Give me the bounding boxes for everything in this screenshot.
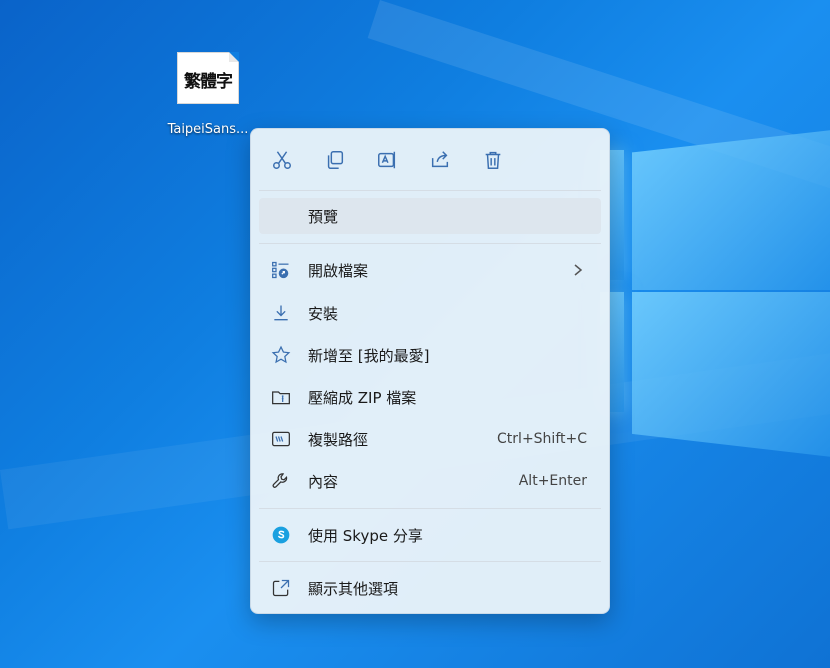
menu-item-label: 新增至 [我的最愛] — [308, 346, 430, 365]
menu-item-more-options[interactable]: 顯示其他選項 — [259, 570, 601, 606]
share-icon — [431, 151, 449, 168]
menu-item-open-with[interactable]: 開啟檔案 — [259, 252, 601, 288]
desktop-file-icon[interactable]: 繁體字 TaipeiSans... — [160, 52, 256, 137]
menu-item-label: 使用 Skype 分享 — [308, 526, 423, 545]
menu-item-add-favorites[interactable]: 新增至 [我的最愛] — [259, 337, 601, 373]
more-options-icon — [272, 579, 290, 597]
logo-pane — [632, 130, 830, 290]
menu-item-preview[interactable]: 預覽 — [259, 198, 601, 234]
star-icon — [271, 345, 291, 364]
rename-button[interactable] — [370, 143, 404, 177]
chevron-right-icon — [574, 264, 583, 276]
menu-separator — [259, 190, 601, 191]
delete-button[interactable] — [476, 143, 510, 177]
menu-item-label: 安裝 — [308, 304, 339, 323]
file-thumbnail: 繁體字 — [177, 52, 239, 104]
rename-icon — [378, 151, 396, 169]
zip-folder-icon — [272, 391, 290, 405]
menu-item-properties[interactable]: 內容 Alt+Enter — [259, 463, 601, 499]
copy-button[interactable] — [318, 143, 352, 177]
windows-logo — [600, 120, 830, 460]
context-toolbar — [251, 143, 609, 177]
shortcut-copy-path: Ctrl+Shift+C — [497, 431, 587, 447]
menu-item-copy-path[interactable]: 複製路徑 Ctrl+Shift+C — [259, 421, 601, 457]
menu-item-share-skype[interactable]: 使用 Skype 分享 — [259, 517, 601, 553]
menu-item-label: 內容 — [308, 472, 339, 491]
file-thumbnail-text: 繁體字 — [184, 72, 233, 92]
menu-item-compress-zip[interactable]: 壓縮成 ZIP 檔案 — [259, 379, 601, 415]
menu-item-label: 顯示其他選項 — [308, 579, 399, 598]
file-name-label: TaipeiSans... — [167, 122, 249, 137]
copy-path-icon — [272, 431, 290, 447]
menu-item-label: 複製路徑 — [308, 430, 369, 449]
menu-item-label: 開啟檔案 — [308, 261, 369, 280]
open-with-icon — [272, 261, 289, 279]
menu-separator — [259, 508, 601, 509]
menu-item-install[interactable]: 安裝 — [259, 295, 601, 331]
context-menu: 預覽 開啟檔案 安裝 新增至 [我的最愛] 壓縮成 ZIP 檔案 複製路徑 Ct… — [250, 128, 610, 614]
logo-pane — [632, 292, 830, 457]
scissors-icon — [273, 151, 291, 169]
share-button[interactable] — [423, 143, 457, 177]
menu-separator — [259, 243, 601, 244]
shortcut-properties: Alt+Enter — [518, 473, 587, 489]
skype-icon — [272, 526, 290, 544]
wrench-icon — [272, 473, 288, 488]
menu-item-label: 壓縮成 ZIP 檔案 — [308, 388, 417, 407]
download-icon — [274, 305, 288, 321]
cut-button[interactable] — [265, 143, 299, 177]
menu-separator — [259, 561, 601, 562]
copy-icon — [327, 151, 344, 169]
trash-icon — [485, 151, 501, 169]
menu-item-label: 預覽 — [308, 207, 339, 226]
